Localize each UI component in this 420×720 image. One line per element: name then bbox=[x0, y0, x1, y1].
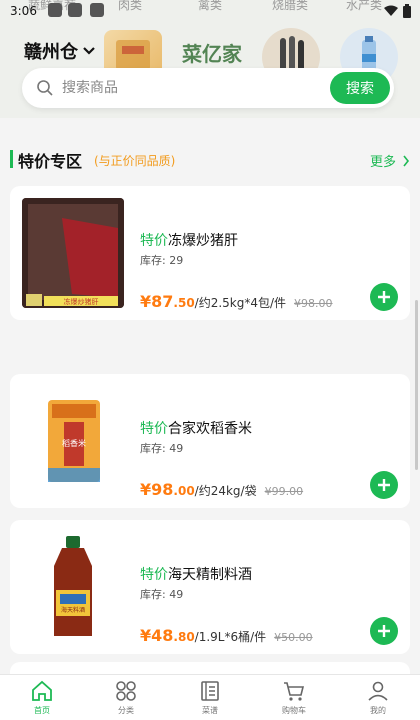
price-integer: 48 bbox=[151, 626, 174, 645]
nav-profile[interactable]: 我的 bbox=[336, 675, 420, 720]
battery-icon bbox=[403, 4, 411, 18]
product-image[interactable]: 海天料酒 bbox=[22, 532, 124, 642]
plus-icon bbox=[378, 625, 390, 637]
notification-icon bbox=[90, 3, 104, 17]
more-link[interactable]: 更多 bbox=[370, 151, 410, 170]
product-title: 合家欢稻香米 bbox=[168, 421, 252, 437]
brand-text: 菜亿家 bbox=[182, 42, 242, 66]
product-title: 冻爆炒猪肝 bbox=[168, 233, 238, 249]
nav-category[interactable]: 分类 bbox=[84, 675, 168, 720]
product-image-label: 冻爆炒猪肝 bbox=[64, 297, 99, 306]
product-price: ¥87.50/约2.5kg*4包/件 ¥98.00 bbox=[140, 292, 333, 311]
product-stock: 库存: 49 bbox=[140, 442, 184, 455]
add-to-cart-button[interactable] bbox=[370, 471, 398, 499]
notification-icon bbox=[68, 3, 82, 17]
search-input[interactable] bbox=[62, 76, 312, 100]
more-link-label: 更多 bbox=[369, 155, 396, 170]
wifi-icon bbox=[384, 5, 398, 16]
nav-home[interactable]: 首页 bbox=[0, 675, 84, 720]
warehouse-name: 赣州仓 bbox=[24, 42, 78, 63]
product-image[interactable]: 稻香米 bbox=[22, 386, 124, 496]
price-currency: ¥ bbox=[140, 292, 152, 311]
price-decimal: .00 bbox=[173, 484, 195, 498]
product-card[interactable]: 稻香米 特价合家欢稻香米 库存: 49 ¥98.00/约24kg/袋 ¥99.00 bbox=[10, 374, 410, 508]
product-name[interactable]: 特价冻爆炒猪肝 bbox=[140, 230, 238, 250]
special-tag: 特价 bbox=[140, 421, 168, 437]
product-name[interactable]: 特价海天精制料酒 bbox=[140, 564, 252, 584]
special-tag: 特价 bbox=[140, 567, 168, 583]
category-icon bbox=[116, 681, 136, 701]
price-decimal: .80 bbox=[173, 630, 195, 644]
warehouse-selector[interactable]: 赣州仓 bbox=[24, 38, 96, 64]
product-price: ¥98.00/约24kg/袋 ¥99.00 bbox=[140, 480, 303, 499]
price-integer: 87 bbox=[151, 292, 174, 311]
price-unit: /约2.5kg*4包/件 bbox=[194, 296, 287, 310]
search-button[interactable]: 搜索 bbox=[330, 72, 390, 104]
nav-label: 首页 bbox=[34, 706, 50, 715]
add-to-cart-button[interactable] bbox=[370, 283, 398, 311]
product-name[interactable]: 特价合家欢稻香米 bbox=[140, 418, 252, 438]
bottom-nav: 首页 分类 菜谱 购物车 我的 bbox=[0, 674, 420, 720]
price-decimal: .50 bbox=[173, 296, 195, 310]
section-title: 特价专区 bbox=[18, 152, 83, 171]
nav-recipe[interactable]: 菜谱 bbox=[168, 675, 252, 720]
cart-icon bbox=[284, 682, 305, 701]
product-card[interactable]: 海天料酒 特价海天精制料酒 库存: 49 ¥48.80/1.9L*6桶/件 ¥50… bbox=[10, 520, 410, 654]
original-price: ¥50.00 bbox=[274, 631, 313, 644]
plus-icon bbox=[378, 291, 390, 303]
profile-icon bbox=[368, 681, 388, 701]
plus-icon bbox=[378, 479, 390, 491]
original-price: ¥98.00 bbox=[294, 297, 333, 310]
product-stock: 库存: 29 bbox=[140, 254, 184, 267]
product-stock: 库存: 49 bbox=[140, 588, 184, 601]
special-offer-header: 特价专区 (与正价同品质) 更多 bbox=[10, 146, 410, 172]
chevron-down-icon bbox=[83, 47, 95, 55]
original-price: ¥99.00 bbox=[264, 485, 304, 498]
product-image[interactable]: 冻爆炒猪肝 bbox=[22, 198, 124, 308]
status-bar: 3:06 bbox=[0, 0, 420, 22]
add-to-cart-button[interactable] bbox=[370, 617, 398, 645]
nav-label: 我的 bbox=[370, 706, 386, 715]
nav-label: 菜谱 bbox=[202, 706, 218, 715]
product-title: 海天精制料酒 bbox=[168, 567, 252, 583]
price-unit: /1.9L*6桶/件 bbox=[194, 630, 267, 644]
chevron-right-icon bbox=[403, 155, 410, 166]
home-icon bbox=[32, 680, 52, 701]
search-bar: 搜索 bbox=[22, 68, 394, 108]
recipe-book-icon bbox=[201, 681, 219, 701]
product-card[interactable]: 冻爆炒猪肝 特价冻爆炒猪肝 库存: 29 ¥87.50/约2.5kg*4包/件 ¥… bbox=[10, 186, 410, 320]
section-accent-bar bbox=[10, 150, 13, 168]
search-icon bbox=[37, 80, 53, 96]
nav-label: 分类 bbox=[118, 706, 134, 715]
price-unit: /约24kg/袋 bbox=[194, 484, 257, 498]
status-icons bbox=[384, 4, 412, 18]
status-time: 3:06 bbox=[10, 4, 37, 18]
product-image-label: 稻香米 bbox=[62, 438, 86, 448]
nav-cart[interactable]: 购物车 bbox=[252, 675, 336, 720]
product-price: ¥48.80/1.9L*6桶/件 ¥50.00 bbox=[140, 626, 313, 645]
special-tag: 特价 bbox=[140, 233, 168, 249]
price-currency: ¥ bbox=[140, 626, 152, 645]
nav-label: 购物车 bbox=[282, 706, 306, 715]
section-subtitle: (与正价同品质) bbox=[94, 154, 176, 168]
product-image-label: 海天料酒 bbox=[61, 606, 85, 614]
price-currency: ¥ bbox=[140, 480, 152, 499]
scrollbar[interactable] bbox=[415, 300, 418, 470]
price-integer: 98 bbox=[151, 480, 174, 499]
notification-icon bbox=[48, 3, 62, 17]
